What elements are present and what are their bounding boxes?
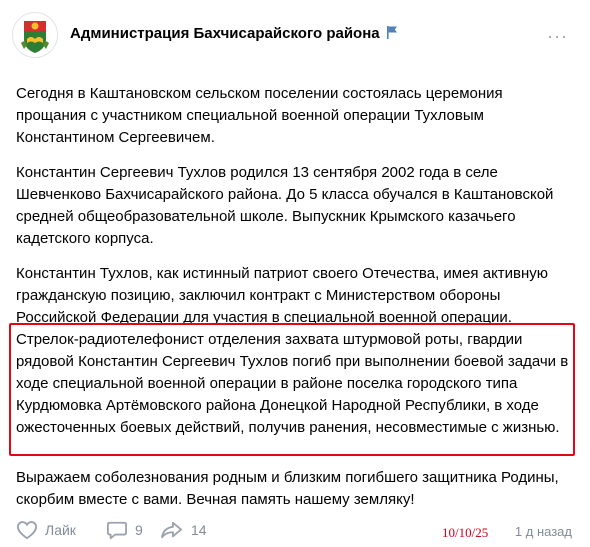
heart-icon — [16, 521, 38, 540]
post-time[interactable]: 1 д назад — [515, 524, 572, 539]
closing-paragraph: Выражаем соболезнования родным и близким… — [16, 469, 559, 508]
post-paragraph: Константин Сергеевич Тухлов родился 13 с… — [16, 164, 554, 247]
comment-button[interactable]: 9 — [106, 520, 143, 540]
coat-of-arms-icon — [13, 13, 57, 57]
community-avatar[interactable] — [12, 12, 58, 58]
post-paragraph: Сегодня в Каштановском сельском поселени… — [16, 85, 503, 146]
like-button[interactable]: Лайк — [16, 520, 76, 540]
comment-icon — [107, 521, 127, 540]
post-body: Сегодня в Каштановском сельском поселени… — [16, 83, 576, 342]
date-stamp: 10/10/25 — [442, 525, 489, 540]
highlighted-paragraph: Стрелок-радиотелефонист отделения захват… — [16, 331, 569, 436]
post-footer: Лайк 9 14 10/10/25 1 д назад — [16, 520, 576, 544]
comments-count: 9 — [135, 522, 143, 538]
post-header: Администрация Бахчисарайского района ··· — [12, 12, 578, 58]
community-name[interactable]: Администрация Бахчисарайского района — [70, 25, 380, 42]
share-icon — [161, 521, 182, 539]
like-label: Лайк — [45, 522, 76, 538]
shares-count: 14 — [191, 522, 207, 538]
share-button[interactable]: 14 — [160, 520, 207, 540]
community-title[interactable]: Администрация Бахчисарайского района — [70, 25, 398, 42]
flag-icon — [386, 26, 397, 39]
more-options-button[interactable]: ··· — [547, 26, 568, 47]
post-paragraph: Константин Тухлов, как истинный патриот … — [16, 265, 549, 326]
